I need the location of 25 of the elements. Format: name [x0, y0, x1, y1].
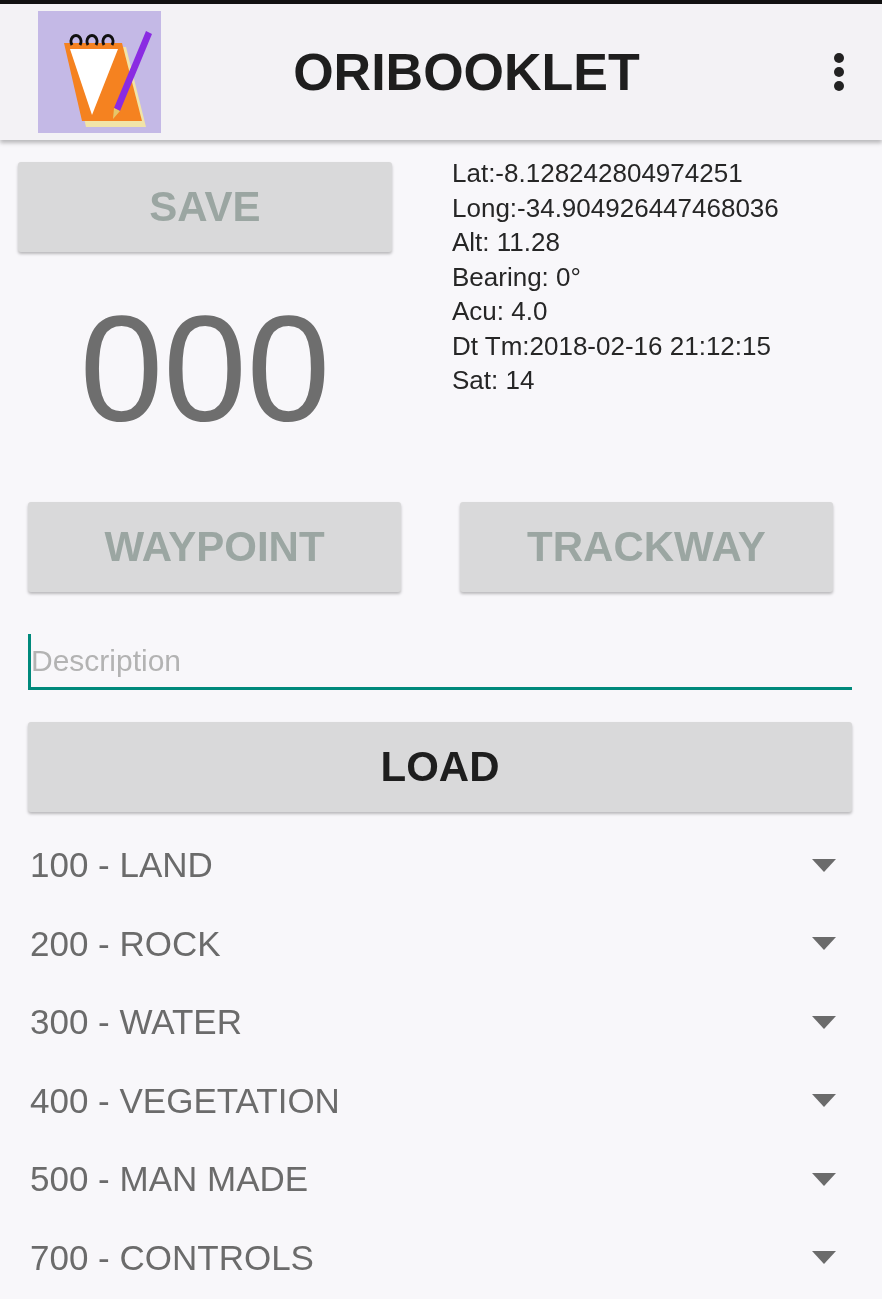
dropdown-arrow-icon — [812, 1251, 836, 1265]
notepad-pencil-logo-icon — [38, 11, 161, 133]
point-counter: 000 — [79, 294, 331, 444]
dropdown-arrow-icon — [812, 1015, 836, 1029]
dropdown-arrow-icon — [812, 937, 836, 951]
gps-info-line: Bearing: 0° — [452, 260, 582, 294]
overflow-menu-icon[interactable] — [832, 52, 846, 92]
category-dropdown[interactable]: 400 - VEGETATION — [0, 1061, 882, 1140]
gps-info-line: Long:-34.904926447468036 — [452, 191, 779, 225]
dropdown-arrow-icon — [812, 1172, 836, 1186]
category-dropdown[interactable]: 500 - MAN MADE — [0, 1140, 882, 1219]
dropdown-arrow-icon — [812, 1094, 836, 1108]
load-button[interactable]: LOAD — [28, 722, 852, 812]
category-dropdown[interactable]: 700 - CONTROLS — [0, 1218, 882, 1297]
app-title: ORIBOOKLET — [292, 42, 641, 102]
gps-info-line: Sat: 14 — [452, 364, 536, 397]
gps-info-line: Alt: 11.28 — [452, 226, 561, 259]
category-dropdown[interactable]: 100 - LAND — [0, 826, 882, 905]
gps-info-line: Dt Tm:2018-02-16 21:12:15 — [452, 329, 772, 363]
dropdown-arrow-icon — [812, 858, 836, 872]
gps-info-line: Acu: 4.0 — [452, 295, 549, 328]
gps-info-line: Lat:-8.128242804974251 — [452, 157, 744, 190]
description-field[interactable]: Description — [28, 634, 852, 690]
category-dropdown[interactable]: 200 - ROCK — [0, 904, 882, 983]
category-dropdown[interactable]: 300 - WATER — [0, 983, 882, 1062]
